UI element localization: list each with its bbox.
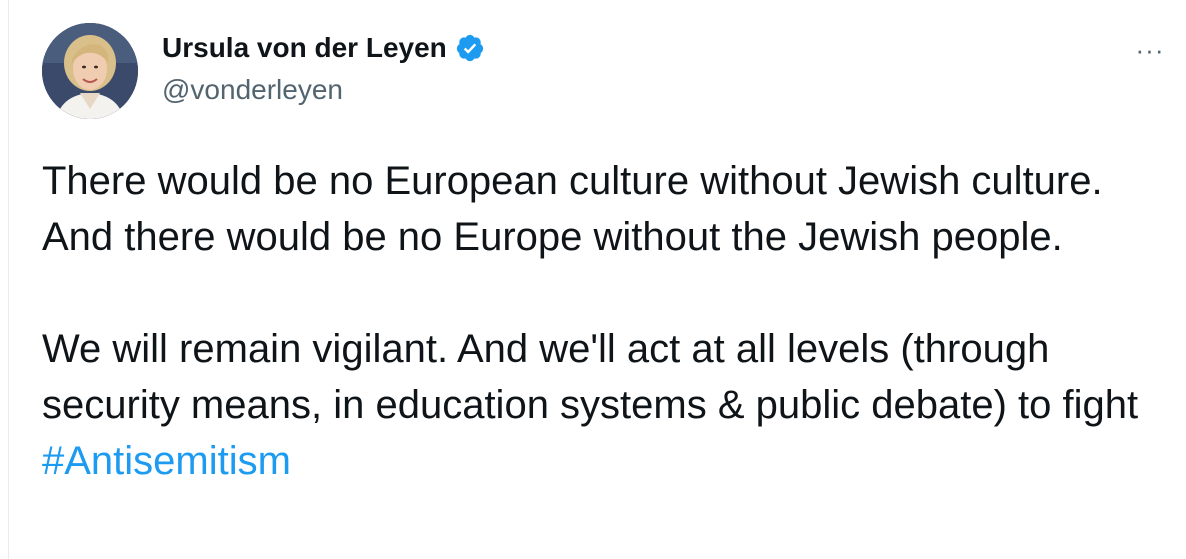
verified-badge-icon (455, 33, 485, 63)
author-display-name[interactable]: Ursula von der Leyen (162, 30, 447, 66)
hashtag-link[interactable]: #Antisemitism (42, 439, 291, 483)
avatar[interactable] (42, 23, 138, 119)
more-options-icon[interactable]: ··· (1130, 30, 1170, 70)
avatar-image (42, 23, 138, 119)
tweet-text: There would be no European culture witho… (42, 153, 1182, 489)
tweet-paragraph-2-text: We will remain vigilant. And we'll act a… (42, 327, 1139, 427)
left-divider (8, 0, 9, 559)
author-handle[interactable]: @vonderleyen (162, 72, 343, 108)
tweet-paragraph-2: We will remain vigilant. And we'll act a… (42, 321, 1182, 489)
tweet-paragraph-1: There would be no European culture witho… (42, 159, 1103, 259)
author-name-row: Ursula von der Leyen (162, 30, 485, 66)
